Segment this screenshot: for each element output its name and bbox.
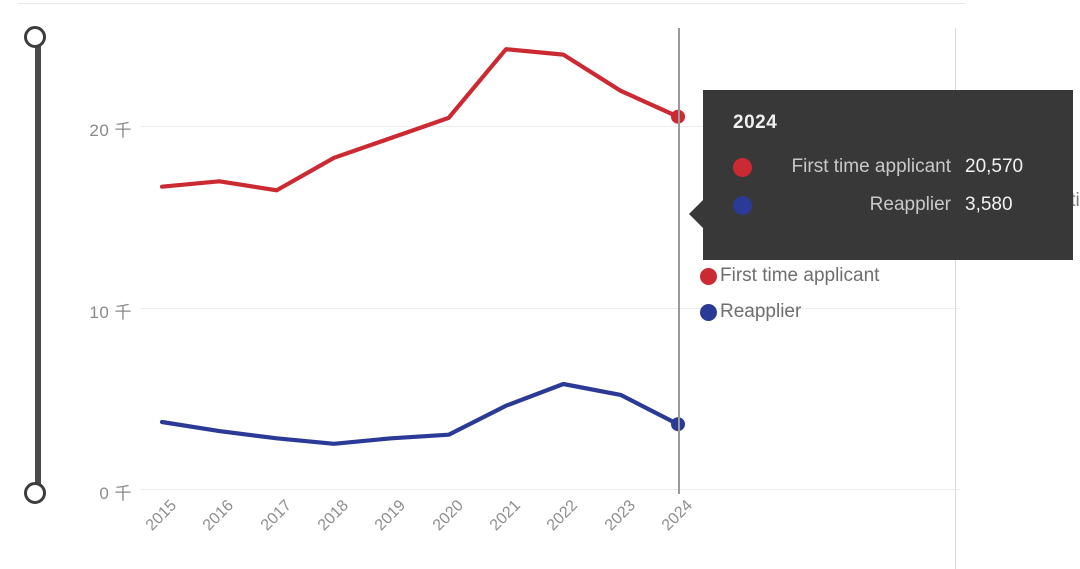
hover-cursor-line <box>678 28 680 494</box>
chart-tooltip: 2024 First time applicant 20,570 Reappli… <box>689 90 1073 260</box>
x-axis-label: 2021 <box>486 497 525 535</box>
legend-item-first-time-applicant[interactable]: First time applicant <box>700 258 879 294</box>
x-axis-label: 2022 <box>544 497 582 535</box>
tooltip-row-first-time-applicant: First time applicant 20,570 <box>733 148 1043 186</box>
line-chart-plot: 20 千 10 千 0 千 2015 2016 2017 2018 2019 2020 20… <box>0 0 1080 569</box>
x-axis-label: 2023 <box>601 497 639 535</box>
tooltip-arrow-icon <box>689 200 703 228</box>
legend-item-label: First time applicant <box>720 265 880 286</box>
x-axis-label: 2019 <box>372 497 410 535</box>
x-axis-labels: 2015 2016 2017 2018 2019 2020 2021 2022 2023 2024 <box>0 489 1080 569</box>
tooltip-dot-icon <box>733 157 752 177</box>
tooltip-series-name: Reapplier <box>869 194 951 215</box>
chart-series-svg <box>159 47 685 446</box>
series-line-reapplier <box>159 381 681 446</box>
tooltip-series-name: First time applicant <box>791 156 951 177</box>
x-axis-label: 2015 <box>142 497 181 535</box>
chart-legend: First time applicant Reapplier <box>700 258 879 330</box>
tooltip-series-value: 3,580 <box>965 194 1013 215</box>
tooltip-dot-icon <box>733 195 752 215</box>
tooltip-row-reapplier: Reapplier 3,580 <box>733 186 1043 224</box>
legend-item-label: Reapplier <box>720 301 802 322</box>
x-axis-label: 2016 <box>200 497 238 535</box>
tooltip-series-value: 20,570 <box>965 156 1024 177</box>
tooltip-title: 2024 <box>733 112 778 133</box>
x-axis-label: 2024 <box>658 497 697 535</box>
legend-dot-icon <box>700 267 717 285</box>
x-axis-label: 2018 <box>314 497 353 535</box>
x-axis-label: 2020 <box>429 497 467 535</box>
legend-dot-icon <box>700 303 717 321</box>
x-axis-label: 2017 <box>257 497 295 535</box>
series-line-first-time-applicant <box>159 47 681 193</box>
legend-item-reapplier[interactable]: Reapplier <box>700 294 879 330</box>
